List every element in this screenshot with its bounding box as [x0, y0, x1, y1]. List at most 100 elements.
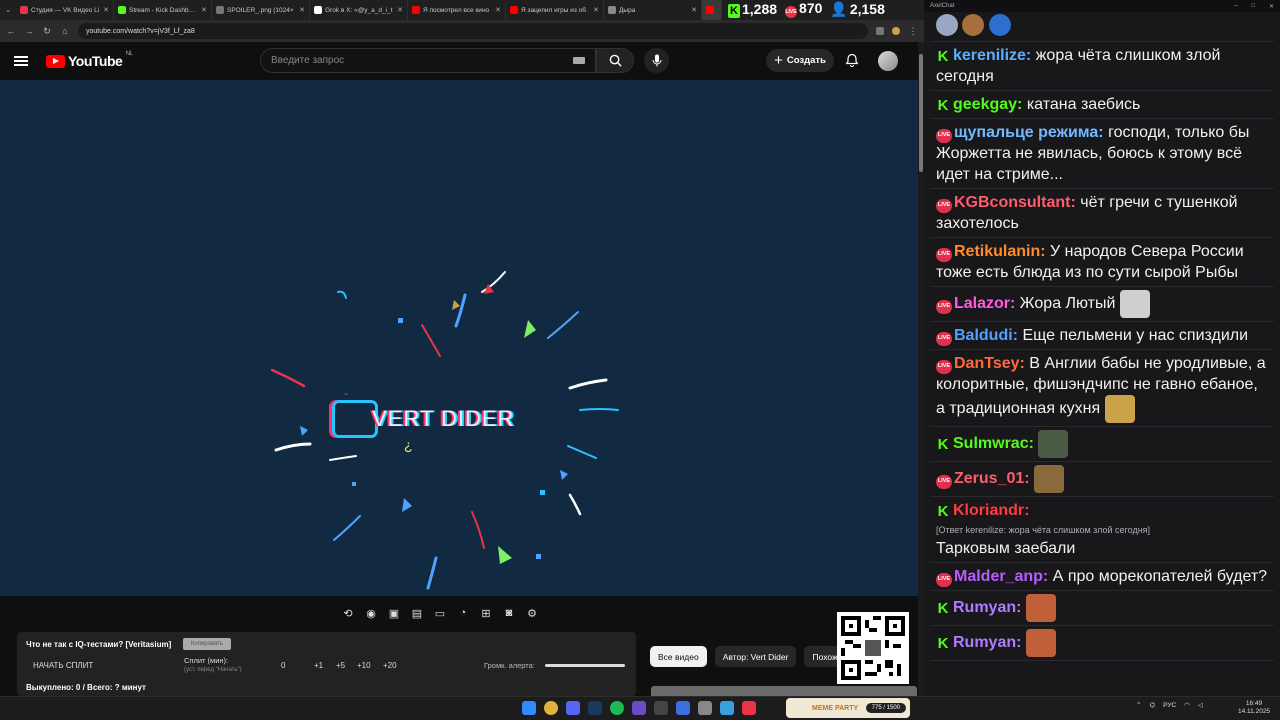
kick-badge-icon: K [937, 600, 949, 618]
tab-title: Я посмотрел все кино [423, 6, 490, 14]
camera-icon[interactable]: ◙ [501, 605, 517, 621]
account-avatar[interactable] [878, 51, 898, 71]
network-icon[interactable]: ⌬ [1149, 701, 1155, 709]
chat-username[interactable]: Sulmwrac: [953, 435, 1034, 452]
chip-all-videos[interactable]: Все видео [650, 646, 707, 667]
forward-icon[interactable]: → [24, 26, 34, 36]
chat-text: катана заебись [1026, 96, 1141, 113]
clock[interactable]: 16:49 14.11.2025 [1238, 700, 1270, 716]
profile-icon[interactable] [892, 27, 900, 35]
alert-volume-slider[interactable] [545, 664, 625, 667]
keyboard-icon[interactable] [573, 57, 585, 64]
loop-icon[interactable]: ⟲ [340, 605, 356, 621]
search-button[interactable] [596, 48, 634, 73]
language-indicator[interactable]: РУС [1163, 702, 1176, 709]
tab-search-chevron-icon[interactable]: ⌄ [0, 0, 16, 20]
chat-username[interactable]: Lalazor: [954, 295, 1015, 312]
spotify-icon[interactable] [610, 701, 624, 715]
browser-tab[interactable]: Я зацепил игры из об ✕ [506, 0, 604, 20]
windows-start-icon[interactable] [522, 701, 536, 715]
url-field[interactable]: youtube.com/watch?v=jV3f_Lf_za8 [78, 23, 868, 39]
minimize-icon[interactable]: – [1234, 3, 1237, 10]
tab-close-icon[interactable]: ✕ [201, 6, 207, 14]
app-icon[interactable] [698, 701, 712, 715]
related-video-thumbnail[interactable] [651, 686, 917, 696]
tray-chevron-icon[interactable]: ⌃ [1136, 701, 1141, 709]
add-box-icon[interactable]: ⊞ [478, 605, 494, 621]
tab-close-icon[interactable]: ✕ [299, 6, 305, 14]
chat-message: LIVE Lalazor: Жора Лютый [930, 287, 1274, 322]
maximize-icon[interactable]: □ [1251, 3, 1255, 10]
emote-image [1025, 629, 1056, 657]
screenshot-icon[interactable]: ▣ [386, 605, 402, 621]
chat-username[interactable]: щупальце режима: [954, 124, 1104, 141]
chat-username[interactable]: geekgay: [953, 96, 1022, 113]
chat-messages[interactable]: Kkerenilize: жора чёта слишком злой сего… [924, 12, 1280, 696]
chrome-icon[interactable] [544, 701, 558, 715]
app-icon[interactable] [742, 701, 756, 715]
home-icon[interactable]: ⌂ [60, 26, 70, 36]
browser-tab[interactable]: Я посмотрел все кино ✕ [408, 0, 506, 20]
chip-author[interactable]: Автор: Vert Dider [714, 646, 797, 667]
tab-close-icon[interactable]: ✕ [593, 6, 599, 14]
chat-username[interactable]: Rumyan: [953, 634, 1021, 651]
browser-tab[interactable]: Stream - Kick Dashboard ✕ [114, 0, 212, 20]
plus-icon: + [774, 51, 783, 69]
volume-icon[interactable]: ◁ [1198, 701, 1203, 709]
close-icon[interactable]: ✕ [1269, 3, 1274, 10]
tab-close-icon[interactable]: ✕ [103, 6, 109, 14]
tab-close-icon[interactable]: ✕ [720, 6, 721, 14]
menu-icon[interactable] [14, 56, 28, 66]
voice-search-button[interactable] [644, 48, 669, 73]
video-player[interactable]: ¿ ˇ VERT DIDER [0, 80, 918, 596]
chat-message: LIVE KGBconsultant: чёт гречи с тушенкой … [930, 189, 1274, 238]
chat-username[interactable]: Rumyan: [953, 599, 1021, 616]
discord-icon[interactable] [566, 701, 580, 715]
browser-tab[interactable]: Grok в X: «@y_a_d_i_t ✕ [310, 0, 408, 20]
chat-username[interactable]: kerenilize: [953, 47, 1031, 64]
increment-1-button[interactable]: +1 [314, 661, 323, 670]
chat-username[interactable]: Retikulanin: [954, 243, 1046, 260]
increment-5-button[interactable]: +5 [336, 661, 345, 670]
picture-in-picture-icon[interactable]: ▭ [432, 605, 448, 621]
browser-tab[interactable]: ✕ [702, 0, 722, 20]
increment-10-button[interactable]: +10 [357, 661, 371, 670]
increment-20-button[interactable]: +20 [383, 661, 397, 670]
scrollbar-thumb[interactable] [919, 54, 923, 172]
chat-username[interactable]: Malder_anp: [954, 568, 1048, 585]
extension-icon[interactable] [876, 27, 884, 35]
reload-icon[interactable]: ↻ [42, 26, 52, 37]
meme-party-widget[interactable]: MEME PARTY 775 / 1500 [786, 698, 910, 718]
browser-tab[interactable]: Студия — VK Видео Li ✕ [16, 0, 114, 20]
steam-icon[interactable] [588, 701, 602, 715]
speedometer-icon[interactable]: ◔ [455, 605, 471, 621]
tab-close-icon[interactable]: ✕ [495, 6, 501, 14]
telegram-icon[interactable] [720, 701, 734, 715]
app-icon[interactable] [632, 701, 646, 715]
broadcast-icon[interactable]: ◉ [363, 605, 379, 621]
start-split-button[interactable]: НАЧАТЬ СПЛИТ [33, 661, 93, 670]
chat-username[interactable]: Zerus_01: [954, 470, 1030, 487]
tab-title: Grok в X: «@y_a_d_i_t [325, 6, 393, 14]
kick-icon: K [728, 3, 740, 18]
chat-username[interactable]: KGBconsultant: [954, 194, 1076, 211]
clapper-icon[interactable]: ▤ [409, 605, 425, 621]
notifications-bell-icon[interactable] [845, 53, 859, 67]
back-icon[interactable]: ← [6, 26, 16, 36]
menu-dots-icon[interactable]: ⋮ [908, 26, 918, 37]
chat-username[interactable]: Baldudi: [954, 327, 1018, 344]
search-input[interactable]: Введите запрос [260, 48, 596, 73]
youtube-logo[interactable]: YouTube NL [46, 51, 133, 69]
chat-username[interactable]: Kloriandr: [953, 502, 1029, 519]
browser-tab[interactable]: SPOILER_.png (1024× ✕ [212, 0, 310, 20]
tab-close-icon[interactable]: ✕ [397, 6, 403, 14]
app-icon[interactable] [676, 701, 690, 715]
tab-close-icon[interactable]: ✕ [691, 6, 697, 14]
browser-tab[interactable]: Дыра ✕ [604, 0, 702, 20]
copy-button[interactable]: Копировать [183, 638, 231, 650]
create-button[interactable]: + Создать [766, 49, 834, 72]
settings-gear-icon[interactable]: ⚙ [524, 605, 540, 621]
obs-icon[interactable] [654, 701, 668, 715]
wifi-icon[interactable]: ◠ [1184, 701, 1190, 709]
chat-username[interactable]: DanTsey: [954, 355, 1025, 372]
